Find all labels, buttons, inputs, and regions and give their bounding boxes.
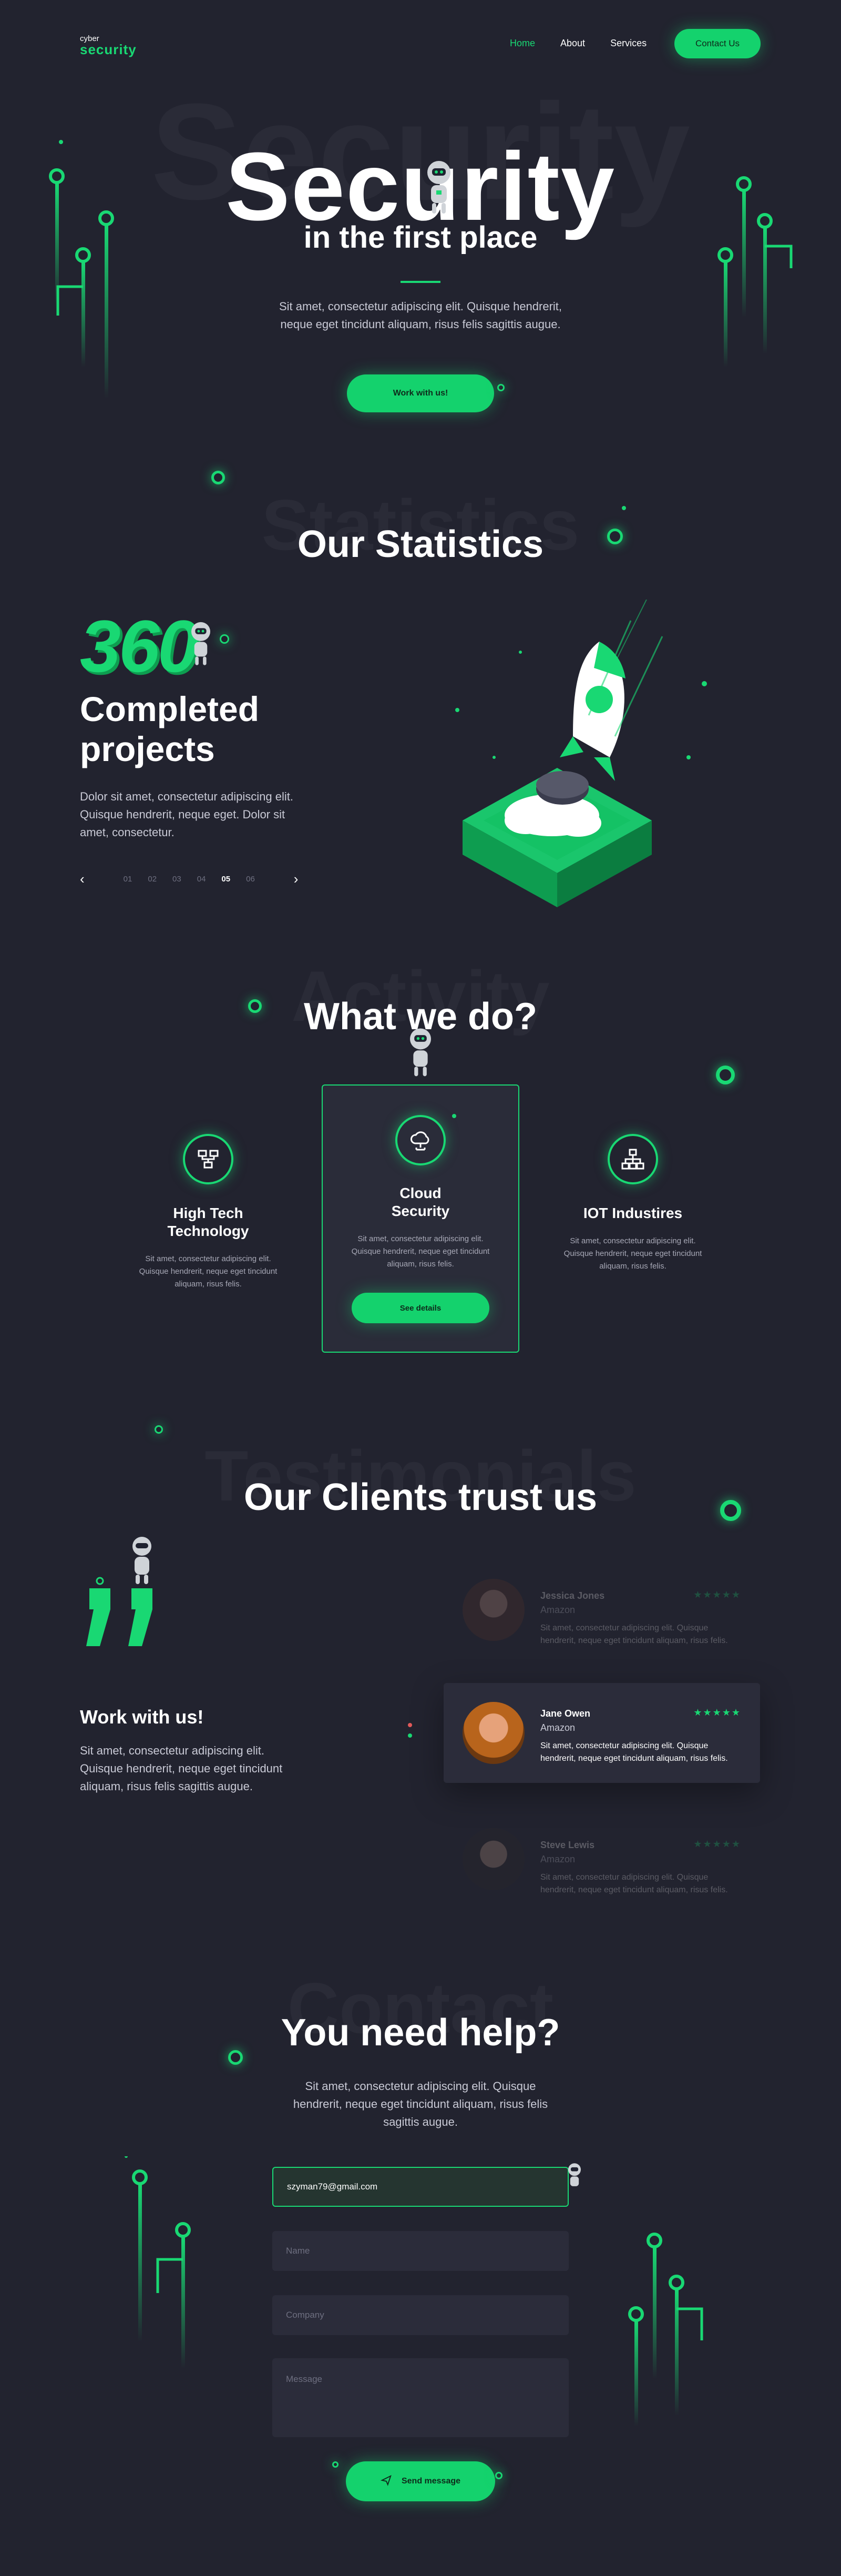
page-04[interactable]: 04 [197,875,206,884]
robot-icon [427,161,450,214]
robot-icon [410,1028,431,1077]
card-text: Sit amet, consectetur adipiscing elit. Q… [139,1254,278,1289]
rocket-illustration [455,600,707,907]
nav-services[interactable]: Services [610,38,647,49]
circuit-left-icon [125,2156,191,2368]
avatar [463,1702,525,1764]
hierarchy-icon [608,1134,658,1184]
see-details-button[interactable]: See details [352,1293,489,1323]
testimonial-card[interactable]: Jane Owen Amazon Sit amet, consectetur a… [444,1683,760,1783]
hero-text: Sit amet, consectetur adipiscing elit. Q… [279,300,562,331]
send-icon [380,2474,392,2489]
message-field[interactable]: Message [272,2358,569,2437]
deco-ring [220,634,229,644]
deco-ring [332,2461,339,2468]
service-card-iot[interactable]: IOT Industires Sit amet, consectetur adi… [554,1134,712,1273]
chevron-left-icon[interactable]: ‹ [80,871,85,887]
avatar [463,1828,525,1890]
card-title: High Tech Technology [167,1205,249,1239]
send-message-label: Send message [401,2477,461,2486]
rating-stars: ★★★★★ [693,1707,741,1718]
card-text: Sit amet, consectetur adipiscing elit. Q… [351,1234,490,1269]
name-field[interactable]: Name [272,2231,569,2271]
stats-text: Dolor sit amet, consectetur adipiscing e… [80,790,293,839]
avatar [463,1579,525,1641]
work-with-us-button[interactable]: Work with us! [347,374,494,412]
hero-divider [401,281,440,283]
robot-icon [568,2163,581,2186]
circuit-right-icon [717,176,793,367]
chevron-right-icon[interactable]: › [294,871,299,887]
nav-home[interactable]: Home [510,38,535,49]
contact-title: You need help? [281,2012,560,2054]
deco-ring [495,2472,502,2479]
robot-icon [191,622,210,665]
deco-ring [211,471,225,484]
testimonial-text: Sit amet, consectetur adipiscing elit. Q… [540,1741,728,1763]
testimonials-side-title: Work with us! [80,1706,204,1728]
page-01[interactable]: 01 [124,875,132,884]
testimonial-company: Amazon [540,1854,576,1864]
card-text: Sit amet, consectetur adipiscing elit. Q… [563,1236,702,1271]
quote-icon [86,1537,152,1646]
company-field[interactable]: Company [272,2295,569,2335]
deco-dot [408,1733,412,1738]
testimonial-company: Amazon [540,1605,576,1615]
testimonials-side-text: Sit amet, consectetur adipiscing elit. Q… [80,1744,283,1793]
card-title: IOT Industires [583,1205,683,1221]
send-message-button[interactable]: Send message [346,2461,495,2501]
testimonial-card[interactable]: Steve Lewis Amazon Sit amet, consectetur… [444,1814,760,1904]
card-title: Cloud Security [391,1185,450,1219]
nav-about[interactable]: About [560,38,585,49]
contact-us-button[interactable]: Contact Us [674,29,761,58]
email-field[interactable]: szyman79@gmail.com [272,2167,569,2207]
page-02[interactable]: 02 [148,875,157,884]
contact-text: Sit amet, consectetur adipiscing elit. Q… [293,2080,548,2128]
page-03[interactable]: 03 [172,875,181,884]
deco-ring [155,1425,163,1434]
page-05[interactable]: 05 [221,875,230,884]
deco-dot [452,1114,456,1118]
testimonial-company: Amazon [540,1722,576,1733]
deco-ring [716,1066,735,1084]
stats-title: Our Statistics [297,523,544,565]
circuit-left-icon [49,140,114,399]
testimonial-card[interactable]: Jessica Jones Amazon Sit amet, consectet… [444,1565,760,1655]
stats-label: Completed projects [80,689,260,768]
logo[interactable]: cyber security [80,35,137,56]
stats-number: 360 [80,605,199,687]
stats-pagination: ‹ 01 02 03 04 05 06 › [80,871,298,887]
deco-dot [408,1723,412,1727]
testimonial-text: Sit amet, consectetur adipiscing elit. Q… [540,1624,728,1645]
rating-stars: ★★★★★ [693,1839,741,1849]
network-icon [183,1134,233,1184]
testimonial-text: Sit amet, consectetur adipiscing elit. Q… [540,1873,728,1894]
circuit-right-icon [628,2233,703,2426]
cloud-icon [395,1115,446,1165]
service-card-high-tech[interactable]: High Tech Technology Sit amet, consectet… [129,1134,287,1291]
logo-line2: security [80,42,137,57]
rating-stars: ★★★★★ [693,1589,741,1600]
service-card-cloud-security[interactable]: Cloud Security Sit amet, consectetur adi… [322,1084,519,1353]
page-06[interactable]: 06 [246,875,255,884]
deco-ring [497,384,505,391]
main-nav: Home About Services [510,38,647,49]
testimonials-title: Our Clients trust us [243,1476,598,1518]
